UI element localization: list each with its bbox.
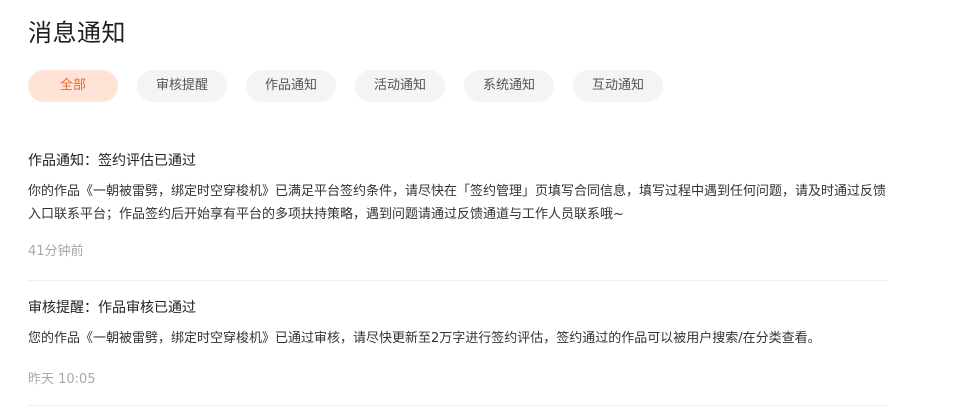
tab-activity-notice[interactable]: 活动通知	[355, 70, 445, 102]
page-title: 消息通知	[28, 19, 126, 47]
notice-time: 昨天 10:05	[28, 372, 96, 387]
notice-body: 你的作品《一朝被雷劈，绑定时空穿梭机》已满足平台签约条件，请尽快在「签约管理」页…	[28, 184, 887, 222]
tab-work-notice[interactable]: 作品通知	[246, 70, 336, 102]
tab-all[interactable]: 全部	[28, 70, 118, 102]
notice-list: 作品通知：签约评估已通过 你的作品《一朝被雷劈，绑定时空穿梭机》已满足平台签约条…	[28, 138, 888, 406]
tab-review-reminder[interactable]: 审核提醒	[137, 70, 227, 102]
notice-body: 您的作品《一朝被雷劈，绑定时空穿梭机》已通过审核，请尽快更新至2万字进行签约评估…	[28, 331, 821, 346]
filter-tabs: 全部 审核提醒 作品通知 活动通知 系统通知 互动通知	[28, 70, 663, 102]
notice-title: 审核提醒：作品审核已通过	[28, 300, 196, 316]
tab-interaction-notice[interactable]: 互动通知	[573, 70, 663, 102]
notice-item[interactable]: 作品通知：签约评估已通过 你的作品《一朝被雷劈，绑定时空穿梭机》已满足平台签约条…	[28, 138, 888, 281]
notice-item[interactable]: 审核提醒：作品审核已通过 您的作品《一朝被雷劈，绑定时空穿梭机》已通过审核，请尽…	[28, 281, 888, 406]
notice-title: 作品通知：签约评估已通过	[28, 153, 196, 169]
notice-time: 41分钟前	[28, 244, 84, 259]
tab-system-notice[interactable]: 系统通知	[464, 70, 554, 102]
notification-page: 消息通知 全部 审核提醒 作品通知 活动通知 系统通知 互动通知 作品通知：签约…	[0, 0, 957, 410]
